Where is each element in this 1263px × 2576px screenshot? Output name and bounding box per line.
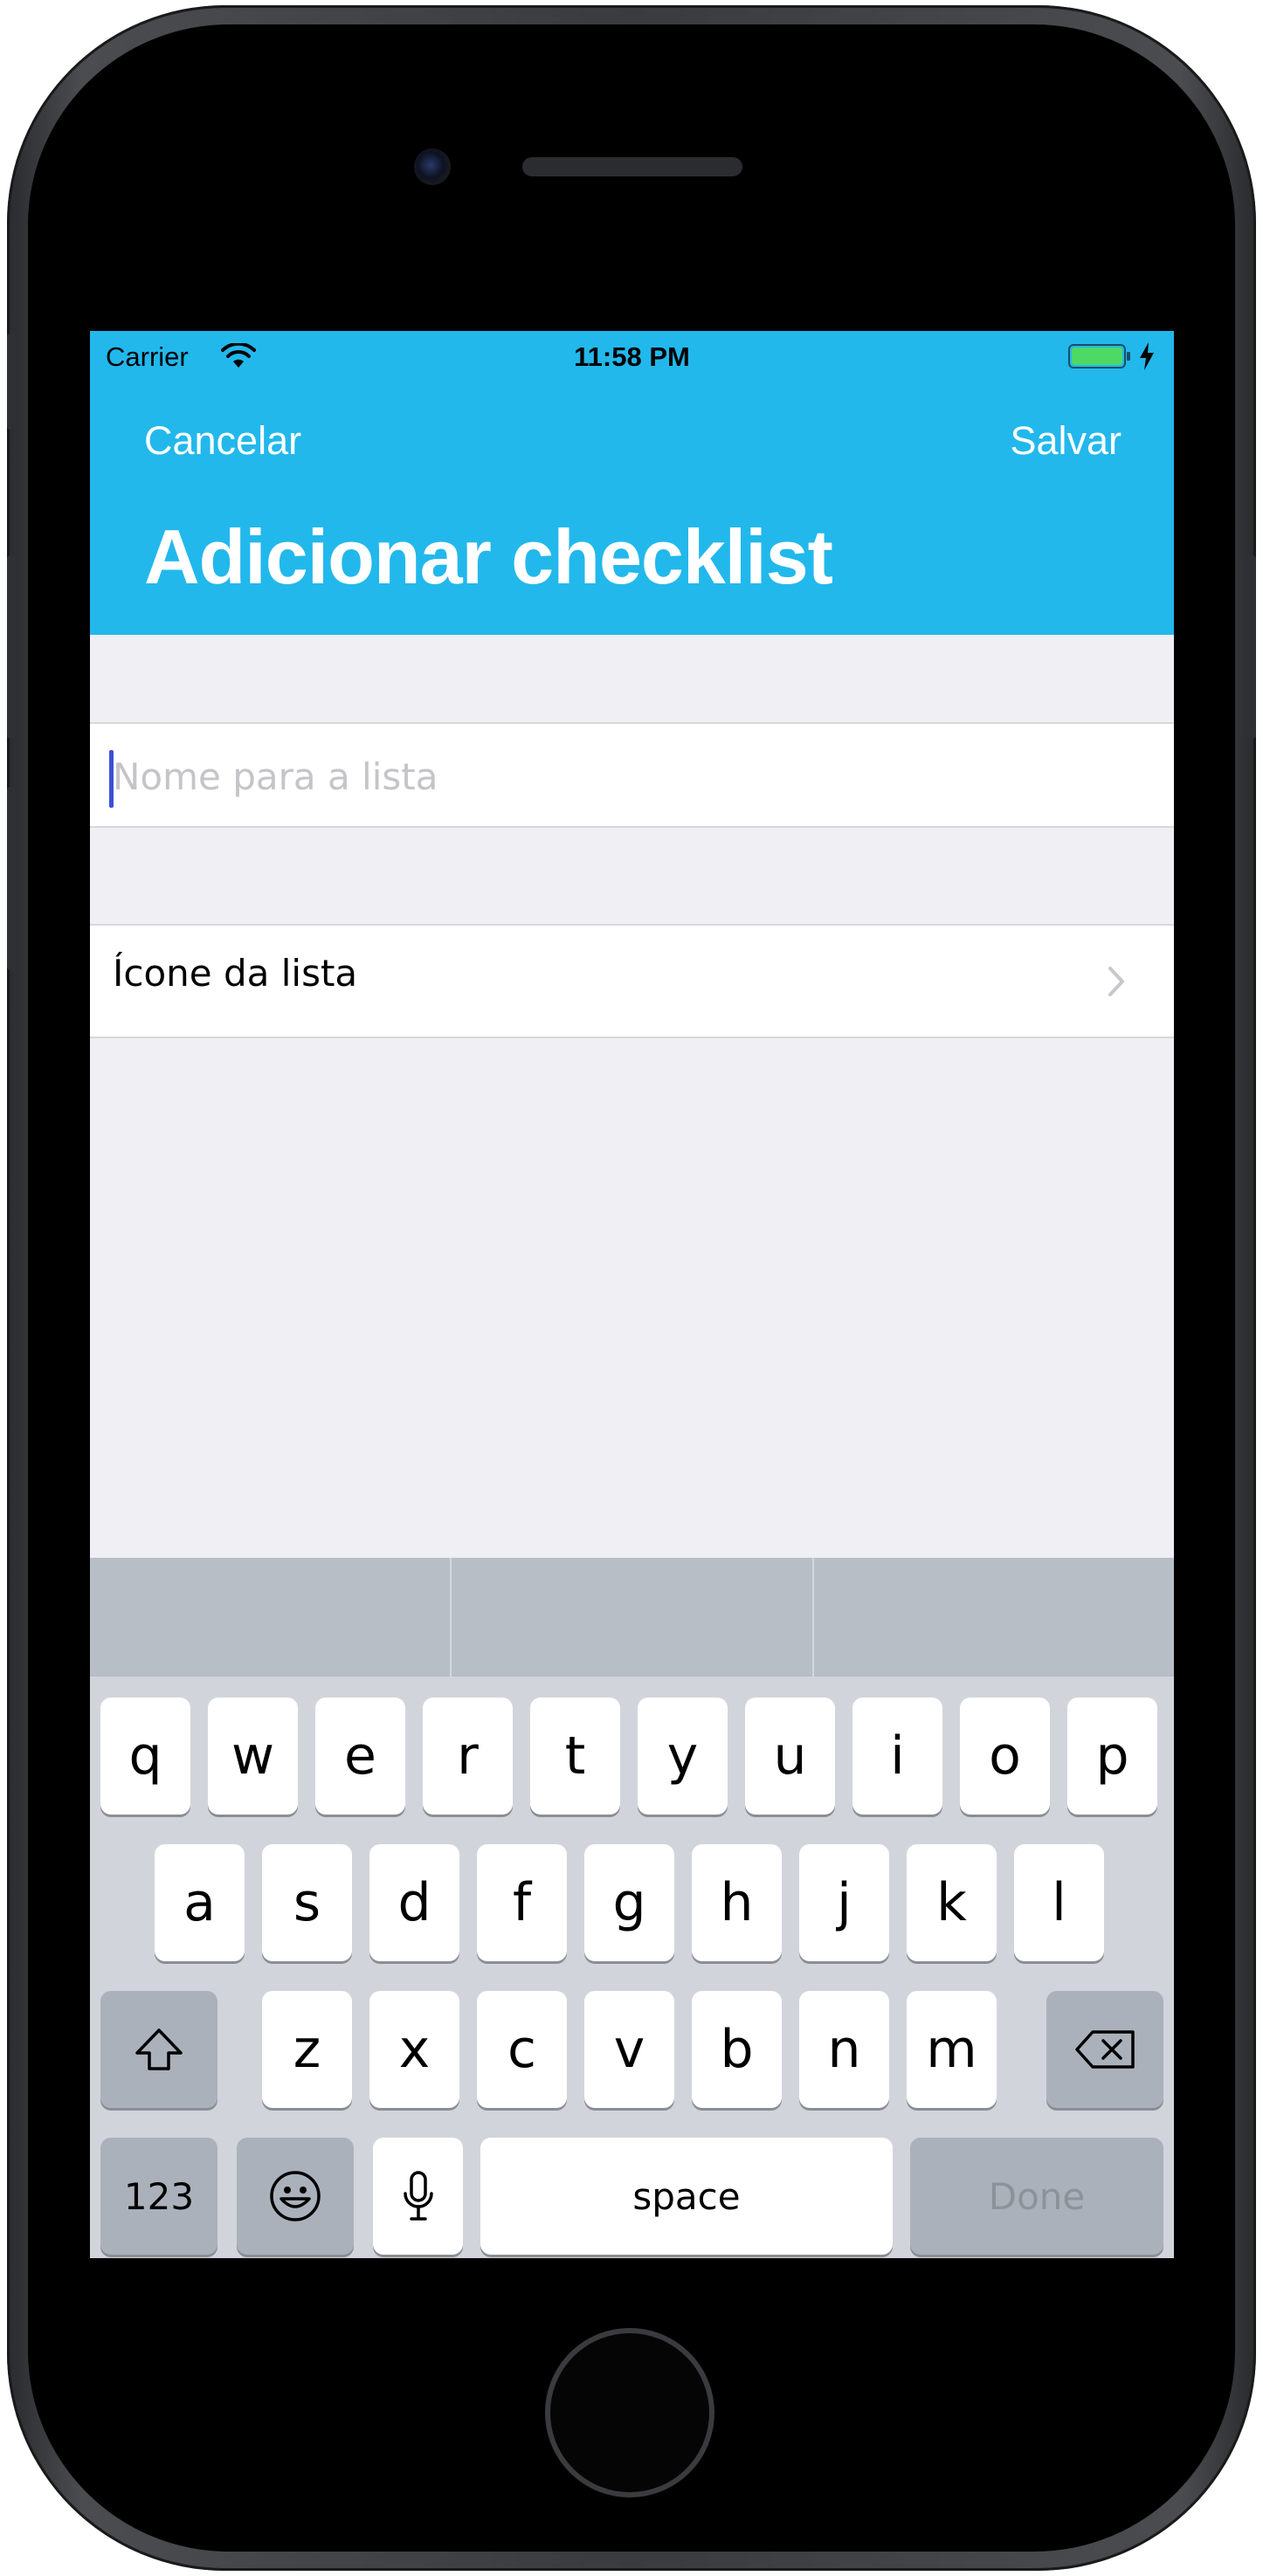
shift-key[interactable] [100,1991,217,2108]
done-key-label: Done [988,2174,1086,2218]
volume-up-button [7,555,16,739]
battery-icon [1068,344,1130,368]
key-p[interactable]: p [1067,1698,1157,1815]
key-a[interactable]: a [155,1844,245,1961]
key-l[interactable]: l [1014,1844,1104,1961]
emoji-key[interactable] [237,2138,354,2255]
suggestion-slot[interactable] [452,1558,812,1677]
app-screen: Carrier 11:58 PM Cancelar Salvar Adicion… [90,331,1174,2258]
key-w[interactable]: w [208,1698,298,1815]
save-button[interactable]: Salvar [1010,418,1122,464]
home-button[interactable] [545,2328,714,2497]
space-key-label: space [632,2174,741,2218]
numbers-key-label: 123 [123,2174,195,2218]
key-e[interactable]: e [315,1698,405,1815]
dictation-key[interactable] [373,2138,463,2255]
key-n[interactable]: n [799,1991,889,2108]
delete-key[interactable] [1046,1991,1163,2108]
suggestion-slot[interactable] [90,1558,451,1677]
navigation-header: Carrier 11:58 PM Cancelar Salvar Adicion… [90,331,1174,635]
key-d[interactable]: d [369,1844,459,1961]
shift-icon [135,2028,183,2070]
predictive-text-bar [90,1558,1174,1677]
volume-down-button [7,787,16,970]
key-o[interactable]: o [960,1698,1050,1815]
list-icon-label: Ícone da lista [113,952,358,995]
key-i[interactable]: i [852,1698,942,1815]
key-t[interactable]: t [530,1698,620,1815]
space-key[interactable]: space [480,2138,893,2255]
key-v[interactable]: v [584,1991,674,2108]
key-r[interactable]: r [423,1698,513,1815]
status-time: 11:58 PM [574,341,690,372]
key-c[interactable]: c [477,1991,567,2108]
power-button [1247,555,1256,739]
numbers-key[interactable]: 123 [100,2138,217,2255]
backspace-icon [1075,2030,1135,2069]
done-key[interactable]: Done [910,2138,1163,2255]
page-title: Adicionar checklist [144,513,833,600]
key-x[interactable]: x [369,1991,459,2108]
list-icon-row[interactable]: Ícone da lista [90,924,1174,1038]
key-k[interactable]: k [907,1844,997,1961]
earpiece-speaker [522,157,742,176]
cancel-button[interactable]: Cancelar [144,418,301,464]
key-j[interactable]: j [799,1844,889,1961]
key-z[interactable]: z [262,1991,352,2108]
charging-icon [1140,342,1154,370]
key-f[interactable]: f [477,1844,567,1961]
chevron-right-icon [1108,967,1124,996]
list-name-input[interactable] [113,741,1143,811]
key-g[interactable]: g [584,1844,674,1961]
key-b[interactable]: b [692,1991,782,2108]
key-u[interactable]: u [745,1698,835,1815]
key-y[interactable]: y [638,1698,728,1815]
suggestion-slot[interactable] [814,1558,1174,1677]
front-camera [414,148,451,185]
keyboard: q w e r t y u i o p a s d f g h j k l z … [90,1677,1174,2258]
key-h[interactable]: h [692,1844,782,1961]
key-m[interactable]: m [907,1991,997,2108]
microphone-icon [403,2171,433,2221]
emoji-icon [270,2171,321,2221]
list-name-cell[interactable] [90,722,1174,828]
key-q[interactable]: q [100,1698,190,1815]
mute-switch [7,334,16,430]
key-s[interactable]: s [262,1844,352,1961]
